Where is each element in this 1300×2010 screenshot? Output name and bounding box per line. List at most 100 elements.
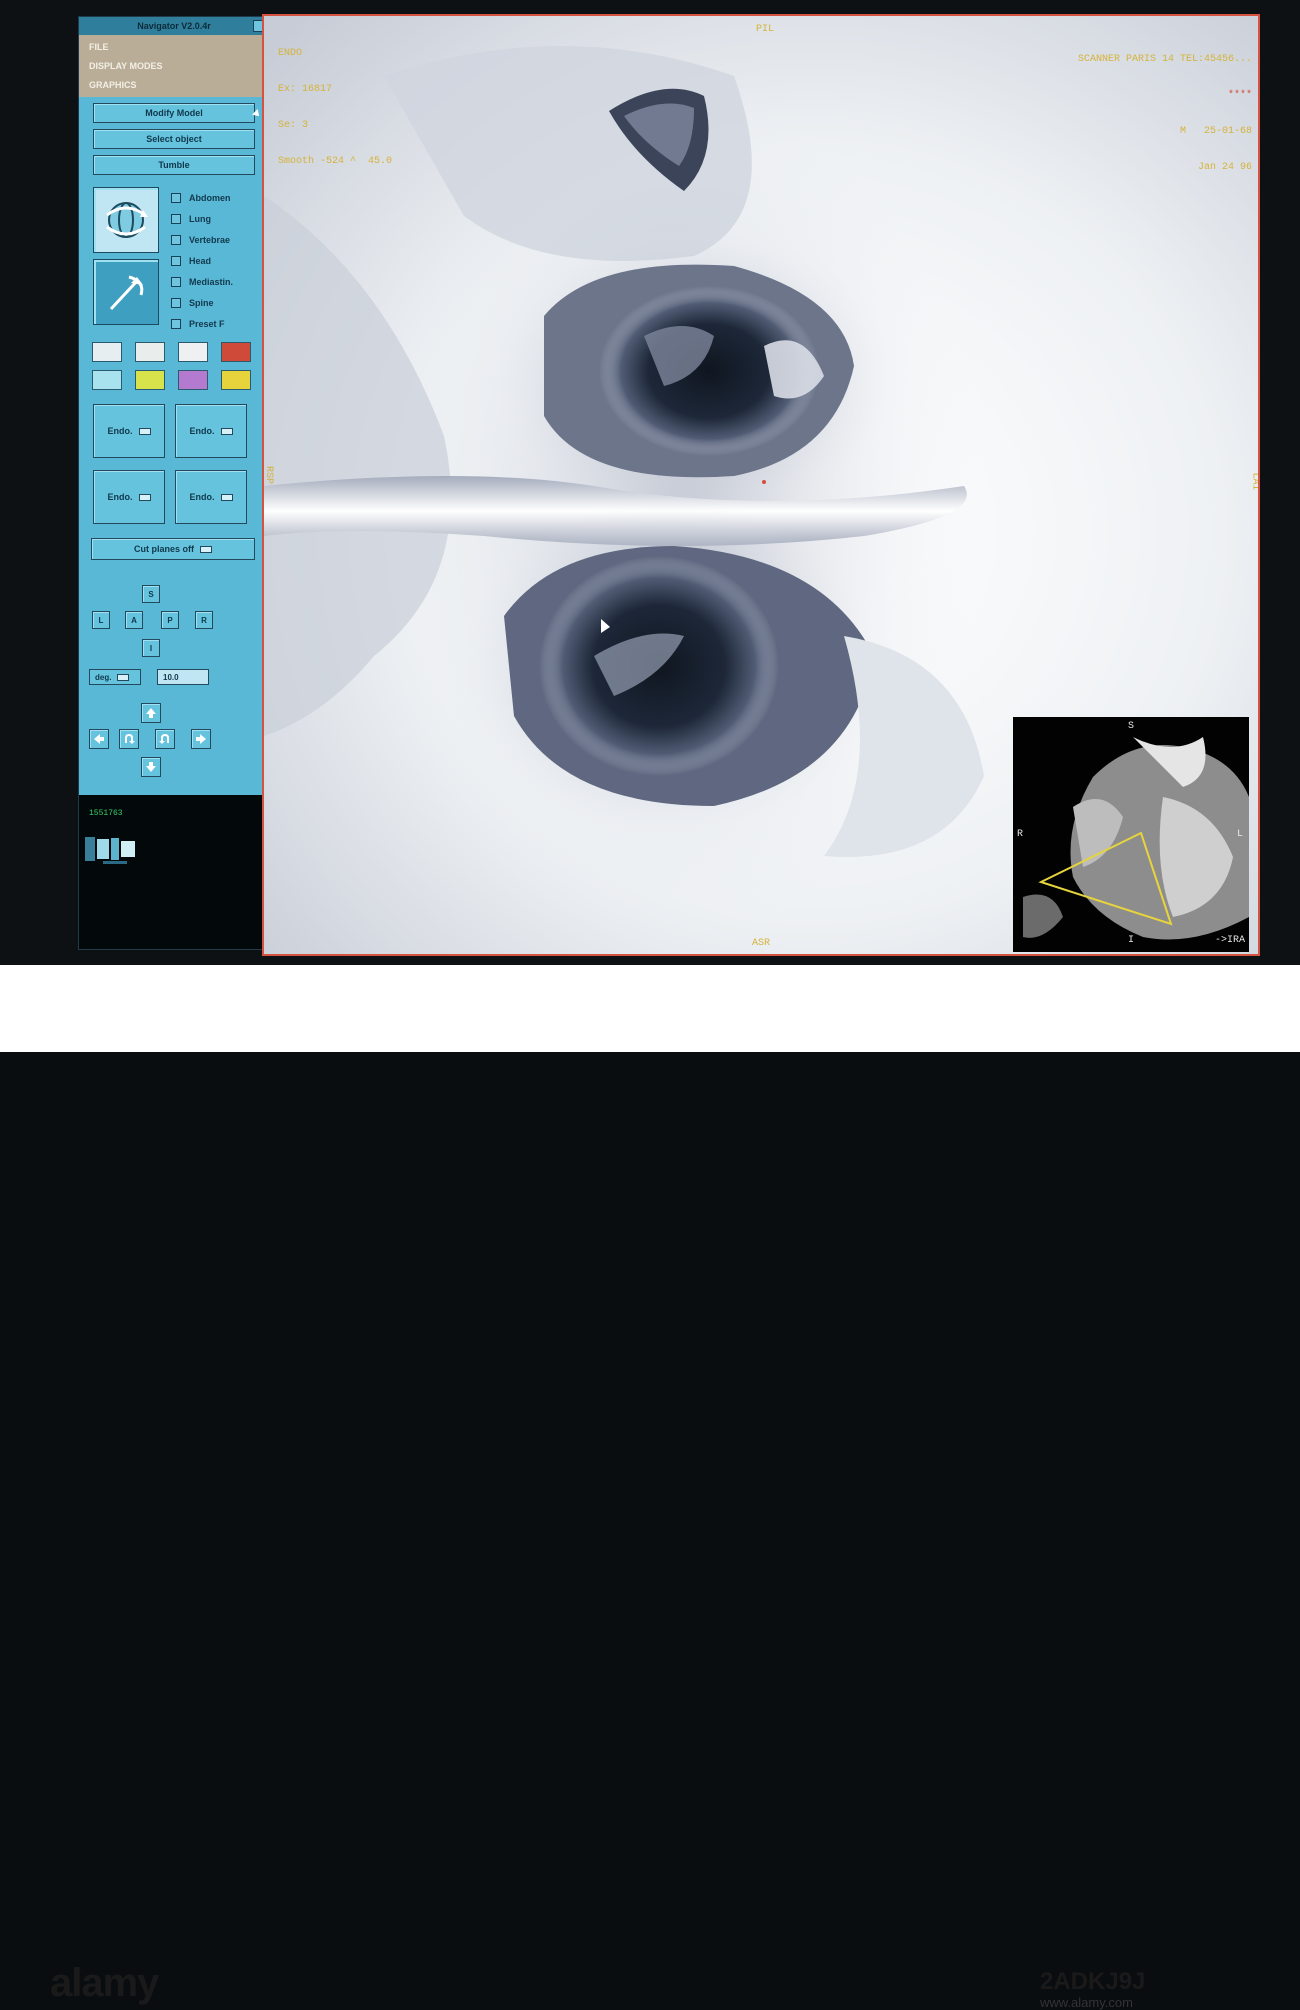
arrow-down-icon [146, 762, 156, 772]
color-swatch[interactable] [221, 370, 251, 390]
move-right-button[interactable] [191, 729, 211, 749]
orient-s-button[interactable]: S [142, 585, 160, 603]
alamy-logo: alamy [50, 1961, 159, 2005]
checkbox-mediastin[interactable]: Mediastin. [171, 271, 233, 292]
endo-select-1[interactable]: Endo. [93, 404, 165, 458]
checkbox-box[interactable] [171, 234, 181, 245]
color-swatch[interactable] [178, 342, 208, 362]
probe-tool-button[interactable] [93, 259, 159, 325]
overlay-patient-id: **** [1227, 90, 1252, 101]
dropdown-icon [138, 427, 151, 435]
orientation-top-label: PIL [756, 24, 775, 35]
checkbox-box[interactable] [171, 276, 181, 287]
image-reference: 2ADKJ9J [1040, 1968, 1146, 1995]
overlay-dob: M 25-01-68 [1179, 126, 1252, 137]
dropdown-icon [220, 427, 233, 435]
rotate-left-button[interactable] [119, 729, 139, 749]
tumble-label: Tumble [158, 160, 190, 170]
globe-rotate-icon [106, 202, 148, 238]
study-info-overlay: ENDO Ex: 16817 Se: 3 Smooth -524 ^ 45.0 [278, 24, 392, 192]
checkbox-abdomen[interactable]: Abdomen [171, 187, 233, 208]
checkbox-spine[interactable]: Spine [171, 292, 233, 313]
monitor-screen: Navigator V2.0.4r FILE DISPLAY MODES GRA… [0, 0, 1300, 965]
checkbox-box[interactable] [171, 297, 181, 308]
orient-a-button[interactable]: A [125, 611, 143, 629]
endo-select-2[interactable]: Endo. [175, 404, 247, 458]
overlay-scanner: SCANNER PARIS 14 TEL:45456... [1077, 54, 1252, 65]
move-left-button[interactable] [89, 729, 109, 749]
step-value-input[interactable]: 10.0 [157, 669, 209, 685]
ct-slice-image [1023, 737, 1249, 940]
menu-graphics[interactable]: GRAPHICS [79, 76, 269, 95]
overlay-exam: Ex: 16817 [278, 84, 333, 95]
inset-label-left: R [1017, 829, 1024, 840]
orient-l-button[interactable]: L [92, 611, 110, 629]
endo-label: Endo. [189, 426, 215, 436]
select-object-button[interactable]: Select object [93, 129, 255, 149]
checkbox-label: Head [189, 255, 212, 266]
checkbox-vertebrae[interactable]: Vertebrae [171, 229, 233, 250]
scanner-info-overlay: SCANNER PARIS 14 TEL:45456... **** M 25-… [1078, 30, 1252, 198]
modify-model-label: Modify Model [145, 108, 203, 118]
checkbox-lung[interactable]: Lung [171, 208, 233, 229]
inset-label-right: L [1236, 829, 1243, 840]
endoscopy-viewport[interactable]: ENDO Ex: 16817 Se: 3 Smooth -524 ^ 45.0 … [262, 14, 1260, 956]
endo-select-3[interactable]: Endo. [93, 470, 165, 524]
object-checklist: Abdomen Lung Vertebrae Head Mediastin. S… [171, 187, 233, 334]
cut-planes-select[interactable]: Cut planes off [91, 538, 255, 560]
orientation-right-label: LAI [1249, 472, 1260, 491]
checkbox-label: Spine [189, 297, 214, 308]
navigator-panel: Navigator V2.0.4r FILE DISPLAY MODES GRA… [78, 16, 270, 950]
orient-p-button[interactable]: P [161, 611, 179, 629]
navigator-title-bar: Navigator V2.0.4r [79, 17, 269, 35]
color-swatch[interactable] [135, 342, 165, 362]
watermark-footer: alamy 2ADKJ9J www.alamy.com [0, 965, 1300, 2010]
color-swatch[interactable] [135, 370, 165, 390]
color-swatch[interactable] [92, 370, 122, 390]
unit-label: deg. [95, 672, 112, 682]
endo-select-4[interactable]: Endo. [175, 470, 247, 524]
checkbox-preset[interactable]: Preset F [171, 313, 233, 334]
ct-slice-inset[interactable]: S R L I ->IRA [1013, 717, 1249, 952]
checkbox-label: Vertebrae [189, 234, 231, 245]
arrow-right-icon [196, 734, 206, 744]
endo-label: Endo. [107, 492, 133, 502]
color-swatch[interactable] [221, 342, 251, 362]
checkbox-box[interactable] [171, 213, 181, 224]
tumble-button[interactable]: Tumble [93, 155, 255, 175]
checkbox-head[interactable]: Head [171, 250, 233, 271]
endo-label: Endo. [107, 426, 133, 436]
mouse-pointer-icon [252, 109, 262, 119]
checkbox-label: Preset F [189, 318, 225, 329]
rotate-ccw-icon [125, 733, 135, 744]
color-swatch[interactable] [92, 342, 122, 362]
move-down-button[interactable] [141, 757, 161, 777]
menu-display-modes[interactable]: DISPLAY MODES [79, 57, 269, 76]
endo-view-selectors: Endo. Endo. Endo. Endo. [93, 404, 269, 524]
arrow-left-icon [94, 734, 104, 744]
rotate-right-button[interactable] [155, 729, 175, 749]
checkbox-label: Lung [189, 213, 211, 224]
arrow-up-icon [146, 708, 156, 718]
color-swatch[interactable] [178, 370, 208, 390]
checkbox-box[interactable] [171, 192, 181, 203]
navigator-menu: FILE DISPLAY MODES GRAPHICS [79, 35, 269, 97]
inset-label-bottom: I [1128, 935, 1135, 946]
orientation-bottom-label: ASR [752, 938, 771, 949]
menu-file[interactable]: FILE [79, 38, 269, 57]
modify-model-button[interactable]: Modify Model [93, 103, 262, 123]
overlay-smooth: Smooth -524 ^ 45.0 [278, 156, 393, 167]
move-up-button[interactable] [141, 703, 161, 723]
dropdown-icon [117, 673, 130, 681]
cut-planes-label: Cut planes off [134, 544, 194, 554]
unit-select[interactable]: deg. [89, 669, 141, 685]
orient-i-button[interactable]: I [142, 639, 160, 657]
checkbox-box[interactable] [171, 255, 181, 266]
dropdown-icon [220, 493, 233, 501]
rotate-cw-icon [159, 733, 169, 744]
rotate-tool-button[interactable] [93, 187, 159, 253]
checkbox-box[interactable] [171, 318, 181, 329]
probe-arrow-icon [109, 275, 144, 311]
orient-r-button[interactable]: R [195, 611, 213, 629]
volume-thumbnail-icon [85, 837, 135, 864]
